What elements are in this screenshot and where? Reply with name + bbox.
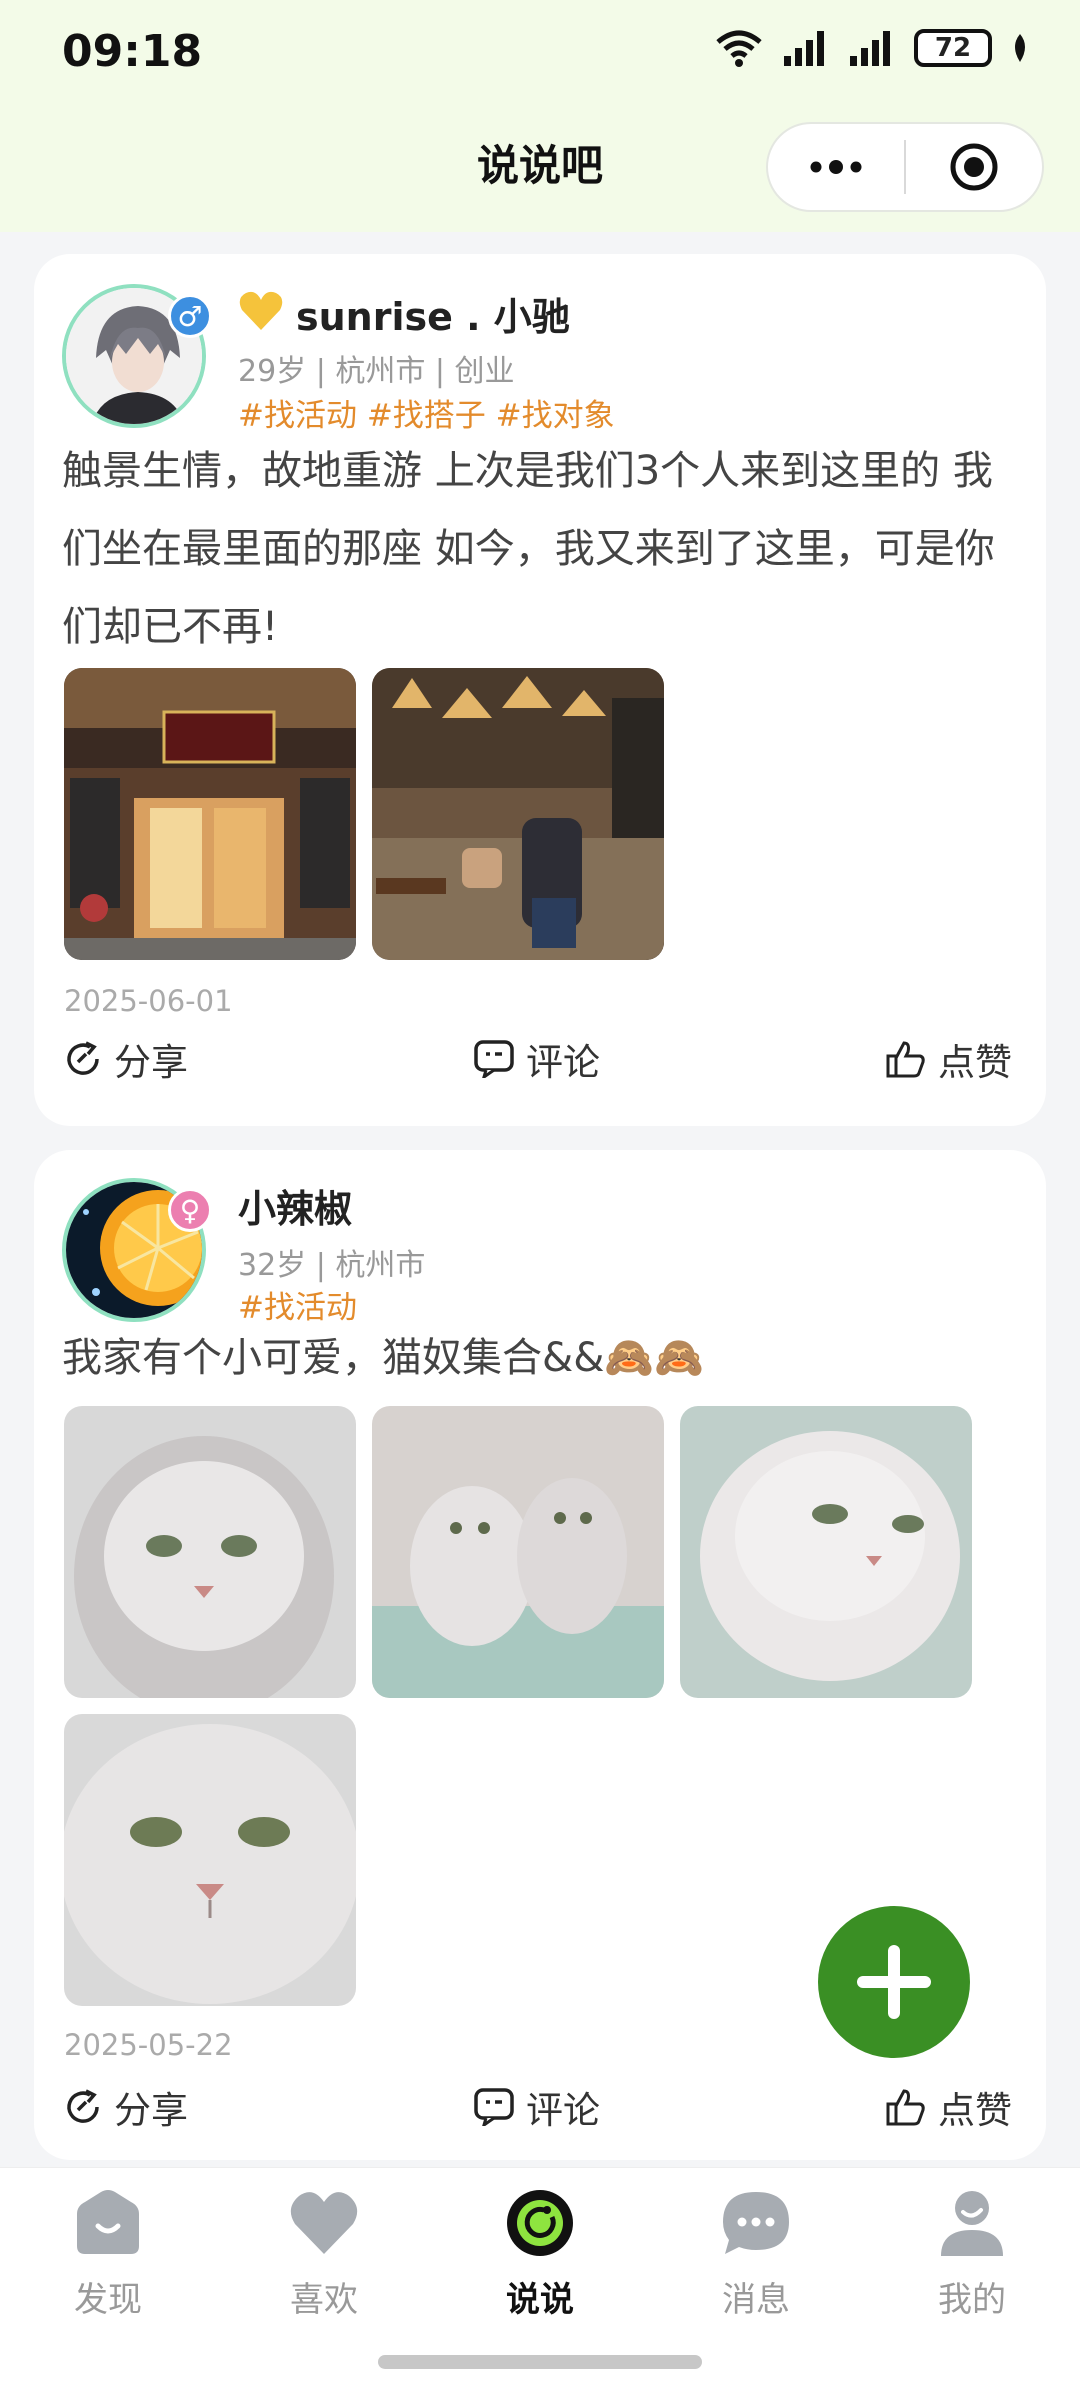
- wifi-icon: [716, 30, 762, 67]
- comment-label: 评论: [526, 2089, 600, 2132]
- message-icon: [723, 2192, 789, 2254]
- tab-label: 喜欢: [290, 2280, 358, 2320]
- home-icon: [77, 2190, 139, 2254]
- gender-male-badge: ♂: [168, 294, 212, 338]
- username[interactable]: sunrise . 小驰: [296, 286, 570, 341]
- post-date: 2025-06-01: [64, 984, 233, 1018]
- more-button[interactable]: [768, 124, 904, 210]
- comment-button[interactable]: 评论: [474, 1032, 600, 1086]
- post-tags[interactable]: #找活动 #找搭子 #找对象: [238, 390, 615, 435]
- tab-messages[interactable]: 消息: [686, 2188, 826, 2321]
- thumb-up-icon: [886, 1041, 925, 1078]
- user-meta: 29岁 | 杭州市 | 创业: [238, 354, 515, 389]
- more-dots-icon: [810, 160, 862, 174]
- heart-badge-icon: [239, 291, 283, 330]
- post-card: ♂ sunrise . 小驰 29岁 | 杭州市 | 创业 #找活动 #找搭子 …: [34, 254, 1046, 1126]
- close-mini-program-button[interactable]: [906, 124, 1042, 210]
- share-icon: [67, 1041, 99, 1075]
- heart-icon: [290, 2192, 358, 2254]
- like-button[interactable]: 点赞: [886, 1032, 1012, 1086]
- comment-button[interactable]: 评论: [474, 2080, 600, 2134]
- share-button[interactable]: 分享: [64, 2080, 188, 2134]
- tab-label: 消息: [722, 2280, 790, 2320]
- username[interactable]: 小辣椒: [238, 1178, 352, 1233]
- moments-icon: [507, 2190, 573, 2256]
- like-button[interactable]: 点赞: [886, 2080, 1012, 2134]
- target-icon: [950, 143, 998, 191]
- gender-female-badge: ♀: [168, 1188, 212, 1232]
- thumb-up-icon: [886, 2089, 925, 2126]
- status-icons: 72: [714, 28, 1030, 68]
- post-photo[interactable]: [64, 1714, 356, 2006]
- post-date: 2025-05-22: [64, 2028, 233, 2062]
- profile-icon: [941, 2191, 1003, 2256]
- like-label: 点赞: [938, 1041, 1012, 1084]
- share-button[interactable]: 分享: [64, 1032, 188, 1086]
- post-photo[interactable]: [64, 1406, 356, 1698]
- post-photo[interactable]: [64, 668, 356, 960]
- comment-icon: [474, 1040, 514, 1078]
- post-content: 触景生情，故地重游 上次是我们3个人来到这里的 我们坐在最里面的那座 如今，我又…: [62, 448, 995, 650]
- post-photo[interactable]: [680, 1406, 972, 1698]
- battery-indicator: 72: [914, 29, 992, 67]
- new-post-button[interactable]: [818, 1906, 970, 2058]
- tab-favorites[interactable]: 喜欢: [254, 2188, 394, 2321]
- post-photo[interactable]: [372, 668, 664, 960]
- home-indicator[interactable]: [378, 2355, 702, 2369]
- tab-moments[interactable]: 说说: [470, 2188, 610, 2321]
- post-photo[interactable]: [372, 1406, 664, 1698]
- post-tags[interactable]: #找活动: [238, 1282, 357, 1327]
- share-icon: [67, 2089, 99, 2123]
- user-meta: 32岁 | 杭州市: [238, 1248, 426, 1283]
- top-bar: 09:18 72 说说吧: [0, 0, 1080, 232]
- tab-discover[interactable]: 发现: [38, 2188, 178, 2321]
- tab-bar: 发现 喜欢 说说 消息 我的: [0, 2167, 1080, 2387]
- mini-program-capsule: [766, 122, 1044, 212]
- like-label: 点赞: [938, 2089, 1012, 2132]
- share-label: 分享: [114, 2089, 188, 2132]
- leaf-icon: [1015, 34, 1025, 62]
- share-label: 分享: [114, 1041, 188, 1084]
- comment-label: 评论: [526, 1041, 600, 1084]
- tab-label: 说说: [506, 2280, 574, 2320]
- tab-label: 我的: [938, 2280, 1006, 2320]
- post-content: 我家有个小可爱，猫奴集合&&🙈🙈: [62, 1335, 704, 1381]
- status-time: 09:18: [62, 26, 203, 77]
- tab-profile[interactable]: 我的: [902, 2188, 1042, 2321]
- signal-icon-2: [850, 31, 890, 66]
- signal-icon: [784, 31, 824, 66]
- plus-icon: [857, 1945, 931, 2019]
- comment-icon: [474, 2088, 514, 2126]
- tab-label: 发现: [74, 2280, 142, 2320]
